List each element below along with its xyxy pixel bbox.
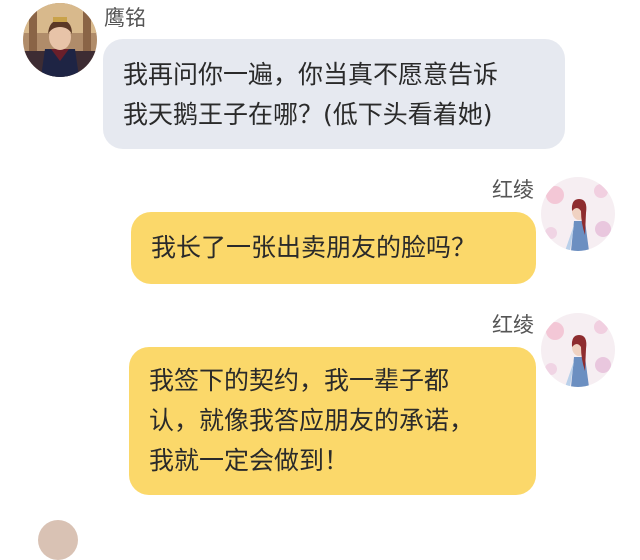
girl-avatar-icon xyxy=(541,177,615,251)
avatar[interactable] xyxy=(38,520,78,560)
prince-avatar-icon xyxy=(23,3,97,77)
message-line: 认，就像我答应朋友的承诺， xyxy=(149,406,475,435)
message-bubble[interactable]: 我签下的契约，我一辈子都 认，就像我答应朋友的承诺， 我就一定会做到！ xyxy=(129,347,536,495)
girl-avatar-icon xyxy=(541,313,615,387)
message-bubble[interactable]: 我再问你一遍，你当真不愿意告诉 我天鹅王子在哪？(低下头看着她) xyxy=(103,39,565,149)
message-line: 我签下的契约，我一辈子都 xyxy=(149,366,450,395)
message-line: 我天鹅王子在哪？(低下头看着她) xyxy=(123,100,493,129)
sender-name: 红绫 xyxy=(492,178,534,202)
avatar[interactable] xyxy=(541,177,615,251)
message-line: 我长了一张出卖朋友的脸吗？ xyxy=(151,233,477,262)
sender-name: 红绫 xyxy=(492,313,534,337)
avatar[interactable] xyxy=(23,3,97,77)
sender-name: 鹰铭 xyxy=(104,6,146,30)
message-line: 我再问你一遍，你当真不愿意告诉 xyxy=(123,60,499,89)
avatar[interactable] xyxy=(541,313,615,387)
message-line: 我就一定会做到！ xyxy=(149,446,350,475)
message-bubble[interactable]: 我长了一张出卖朋友的脸吗？ xyxy=(131,212,536,284)
